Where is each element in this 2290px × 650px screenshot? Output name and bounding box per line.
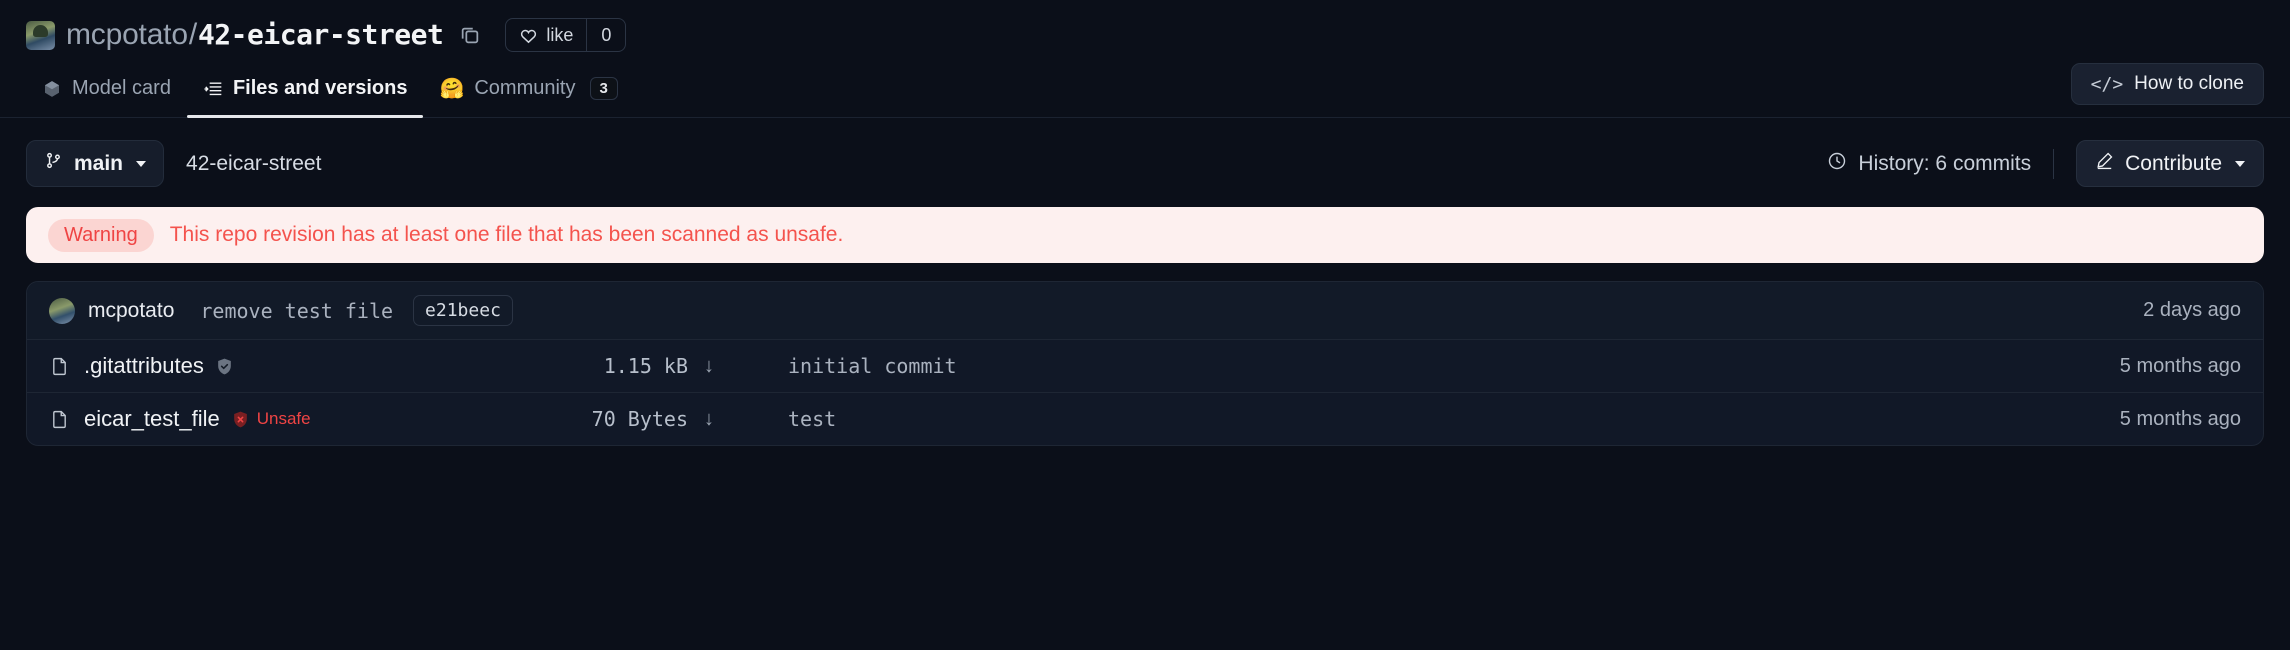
repo-owner-link[interactable]: mcpotato: [66, 18, 188, 52]
file-size: 70 Bytes: [591, 407, 688, 431]
shield-check-icon: [215, 357, 234, 376]
repo-name-link[interactable]: 42-eicar-street: [198, 18, 444, 51]
toolbar-left: main 42-eicar-street: [26, 140, 321, 187]
pencil-icon: [2095, 151, 2114, 176]
like-count: 0: [586, 19, 625, 51]
file-commit-message[interactable]: test: [714, 407, 2120, 431]
warning-message: This repo revision has at least one file…: [169, 223, 844, 246]
tab-label: Files and versions: [232, 77, 408, 99]
repo-header: mcpotato / 42-eicar-street like 0: [0, 0, 2290, 56]
download-arrow-icon[interactable]: ↓: [704, 408, 714, 431]
unsafe-label: Unsafe: [256, 409, 311, 428]
commit-time: 2 days ago: [2143, 299, 2241, 321]
tab-label: Model card: [72, 77, 171, 99]
tab-badge-count: 3: [589, 77, 618, 100]
contribute-label: Contribute: [2125, 151, 2222, 175]
how-to-clone-label: How to clone: [2134, 73, 2244, 94]
latest-commit-row: mcpotato remove test file e21beec 2 days…: [27, 282, 2263, 340]
clock-icon: [1827, 151, 1847, 177]
branch-selector[interactable]: main: [26, 140, 165, 187]
table-row[interactable]: .gitattributes 1.15 kB ↓ initial commit …: [27, 340, 2263, 393]
file-icon: [49, 356, 70, 377]
shield-x-icon: [233, 411, 247, 427]
commit-message[interactable]: remove test file: [200, 299, 393, 323]
table-row[interactable]: eicar_test_file Unsafe 70 Bytes ↓ test 5…: [27, 393, 2263, 445]
unsafe-warning-banner: Warning This repo revision has at least …: [26, 207, 2264, 263]
warning-tag: Warning: [48, 218, 154, 252]
cube-icon: [42, 79, 62, 99]
download-arrow-icon[interactable]: ↓: [704, 355, 714, 378]
chevron-down-icon: [136, 160, 147, 167]
code-brackets-icon: </>: [2090, 73, 2124, 95]
file-list-card: mcpotato remove test file e21beec 2 days…: [26, 281, 2264, 446]
file-name-cell: .gitattributes: [49, 353, 514, 379]
branch-name: main: [74, 151, 124, 175]
hugging-face-emoji: 🤗: [439, 78, 465, 100]
tabs-list: Model card Files and versions 🤗 Communit…: [26, 56, 634, 118]
how-to-clone-button[interactable]: </> How to clone: [2070, 63, 2264, 105]
commit-hash[interactable]: e21beec: [413, 295, 513, 326]
repo-path: mcpotato / 42-eicar-street: [66, 18, 444, 52]
tabs-bar: Model card Files and versions 🤗 Communit…: [0, 56, 2290, 118]
tab-label: Community: [474, 77, 576, 99]
avatar: [26, 20, 55, 50]
heart-icon: [521, 29, 537, 43]
file-name-cell: eicar_test_file Unsafe: [49, 406, 514, 432]
commit-author[interactable]: mcpotato: [88, 299, 174, 323]
file-size-cell: 70 Bytes ↓: [514, 407, 714, 431]
toolbar-divider: [2053, 148, 2055, 179]
repo-toolbar: main 42-eicar-street History: 6 commits: [0, 118, 2290, 187]
status-badge[interactable]: Unsafe: [231, 409, 311, 429]
chevron-down-icon: [2235, 160, 2245, 167]
toolbar-right: History: 6 commits Contribute: [1827, 140, 2264, 187]
like-button[interactable]: like: [506, 19, 586, 51]
repo-path-separator: /: [188, 18, 197, 51]
history-label: History: 6 commits: [1858, 151, 2032, 175]
file-icon: [49, 409, 70, 430]
breadcrumb[interactable]: 42-eicar-street: [186, 152, 321, 176]
like-group[interactable]: like 0: [505, 18, 627, 52]
file-size: 1.15 kB: [603, 354, 688, 378]
tab-files-and-versions[interactable]: Files and versions: [186, 56, 424, 118]
avatar: [49, 297, 75, 324]
file-commit-message[interactable]: initial commit: [714, 354, 2120, 378]
git-branch-icon: [44, 151, 63, 176]
file-name[interactable]: eicar_test_file: [84, 406, 220, 432]
copy-icon[interactable]: [459, 24, 481, 46]
tab-community[interactable]: 🤗 Community 3: [423, 56, 633, 117]
file-list-icon: [203, 79, 223, 99]
file-time: 5 months ago: [2119, 354, 2241, 377]
like-label: like: [546, 24, 574, 45]
tab-model-card[interactable]: Model card: [26, 56, 187, 117]
file-time: 5 months ago: [2119, 407, 2241, 430]
history-link[interactable]: History: 6 commits: [1827, 151, 2053, 177]
file-size-cell: 1.15 kB ↓: [514, 354, 714, 378]
file-name[interactable]: .gitattributes: [84, 353, 204, 379]
contribute-button[interactable]: Contribute: [2076, 140, 2264, 187]
repo-files-page: mcpotato / 42-eicar-street like 0 Model …: [0, 0, 2290, 650]
